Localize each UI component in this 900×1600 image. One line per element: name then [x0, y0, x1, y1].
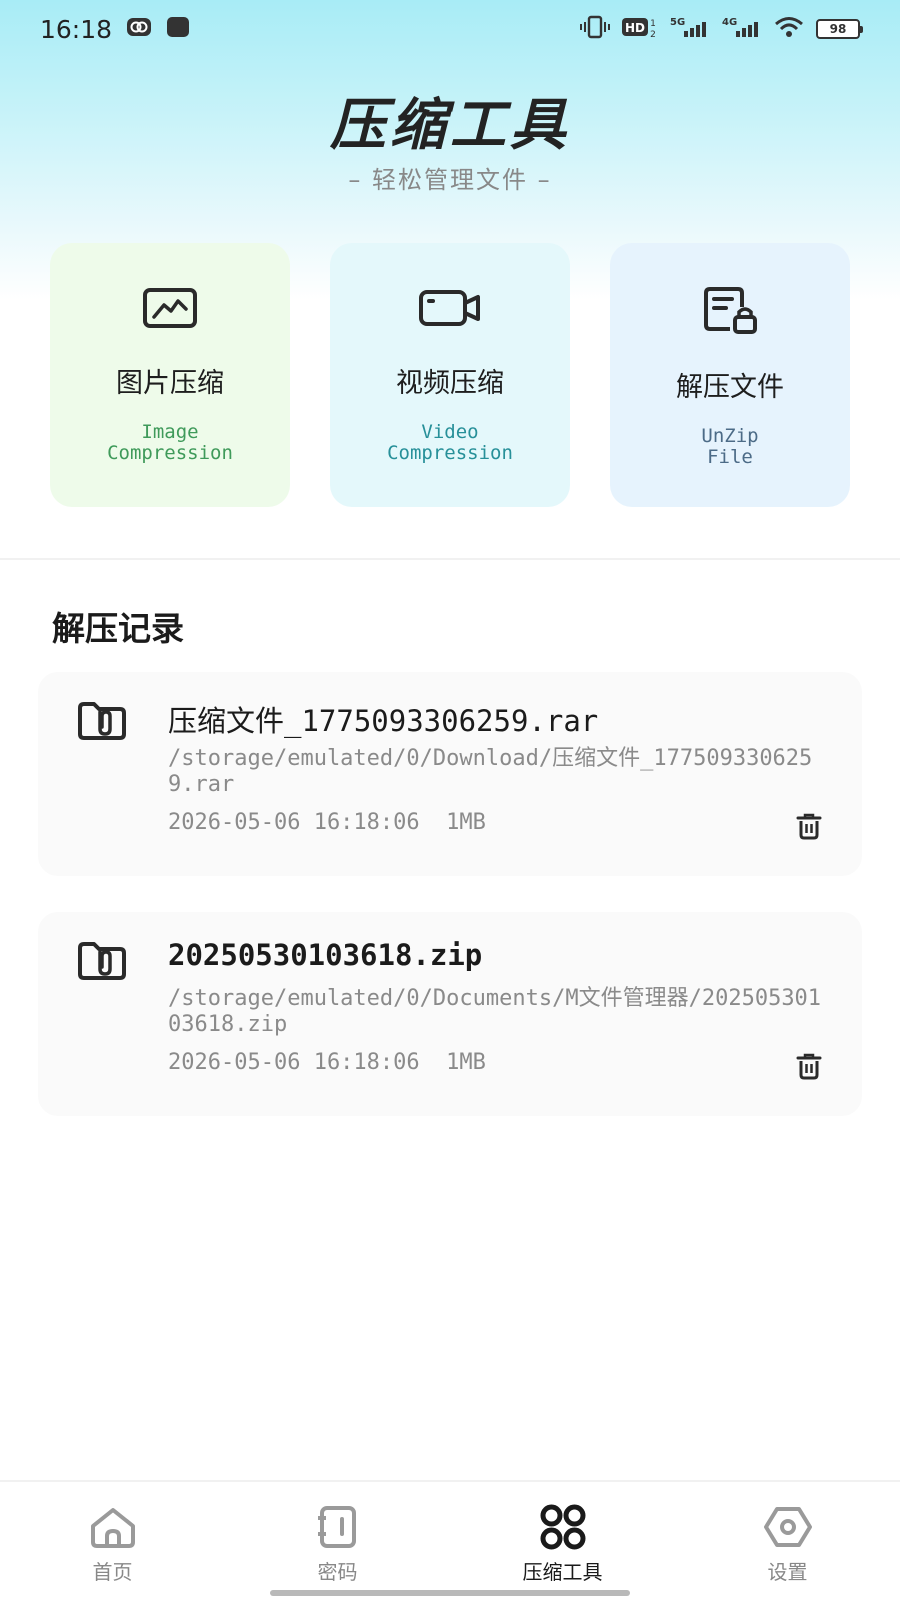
record-item[interactable]: 20250530103618.zip /storage/emulated/0/D… — [38, 912, 862, 1116]
video-compression-card[interactable]: 视频压缩 Video Compression — [330, 243, 570, 507]
card-title: 图片压缩 — [116, 368, 224, 399]
nav-item-password[interactable]: 密码 — [225, 1482, 450, 1600]
hd-icon: HD 1 2 — [622, 15, 658, 43]
svg-text:1: 1 — [650, 19, 656, 29]
vibrate-icon — [580, 15, 610, 43]
archive-file-icon — [78, 702, 126, 740]
record-item[interactable]: 压缩文件_1775093306259.rar /storage/emulated… — [38, 672, 862, 876]
notification-app-icon — [126, 16, 152, 42]
card-subtitle: Image Compression — [107, 421, 233, 464]
nav-label: 压缩工具 — [522, 1560, 603, 1584]
nav-item-home[interactable]: 首页 — [0, 1482, 225, 1600]
signal-5g-icon: 5G — [670, 15, 710, 43]
home-indicator[interactable] — [270, 1590, 630, 1596]
image-icon — [143, 288, 197, 328]
record-file-name: 20250530103618.zip — [168, 938, 483, 972]
nav-label: 首页 — [92, 1560, 133, 1584]
card-title: 视频压缩 — [396, 368, 504, 399]
record-meta: 2026-05-06 16:18:06 1MB — [168, 810, 486, 835]
record-date: 2026-05-06 16:18:06 — [168, 1050, 420, 1075]
card-subtitle: Video Compression — [387, 421, 513, 464]
records-section-title: 解压记录 — [52, 609, 184, 648]
delete-icon[interactable] — [796, 1052, 822, 1080]
status-left: 16:18 — [40, 15, 190, 44]
unzip-file-card[interactable]: 解压文件 UnZip File — [610, 243, 850, 507]
record-size: 1MB — [446, 810, 486, 835]
record-size: 1MB — [446, 1050, 486, 1075]
delete-icon[interactable] — [796, 812, 822, 840]
grid-icon — [540, 1504, 585, 1550]
record-file-path: /storage/emulated/0/Download/压缩文件_177509… — [168, 746, 813, 797]
svg-text:HD: HD — [625, 21, 645, 35]
wifi-icon — [774, 15, 804, 43]
svg-text:4G: 4G — [722, 17, 737, 28]
status-right: HD 1 2 5G 4G 98 — [580, 15, 863, 43]
record-file-name: 压缩文件_1775093306259.rar — [168, 704, 599, 738]
image-compression-card[interactable]: 图片压缩 Image Compression — [50, 243, 290, 507]
video-icon — [419, 290, 480, 326]
settings-icon — [763, 1507, 812, 1547]
home-icon — [90, 1508, 135, 1548]
archive-file-icon — [78, 942, 126, 980]
nav-label: 密码 — [317, 1560, 358, 1584]
record-date: 2026-05-06 16:18:06 — [168, 810, 420, 835]
status-time: 16:18 — [40, 14, 113, 44]
status-bar: 16:18 HD 1 2 5G 4G 98 — [0, 0, 900, 58]
battery-icon: 98 — [816, 19, 863, 39]
card-title: 解压文件 — [676, 372, 784, 403]
nav-item-settings[interactable]: 设置 — [675, 1482, 900, 1600]
svg-text:5G: 5G — [670, 17, 685, 28]
section-divider — [0, 558, 900, 560]
record-file-path: /storage/emulated/0/Documents/M文件管理器/202… — [168, 986, 822, 1037]
card-subtitle: UnZip File — [701, 425, 759, 468]
record-meta: 2026-05-06 16:18:06 1MB — [168, 1050, 486, 1075]
notification-square-icon — [166, 16, 190, 42]
password-icon — [317, 1506, 356, 1548]
page-subtitle: – 轻松管理文件 – — [348, 166, 552, 194]
nav-label: 设置 — [767, 1560, 808, 1584]
tool-cards: 图片压缩 Image Compression 视频压缩 Video Compre… — [50, 243, 850, 507]
page-title: 压缩工具 — [330, 93, 570, 158]
bottom-nav: 首页 密码 压缩工具 设置 — [0, 1480, 900, 1600]
nav-item-compress-tools[interactable]: 压缩工具 — [450, 1482, 675, 1600]
unzip-file-icon — [704, 287, 757, 334]
signal-4g-icon: 4G — [722, 15, 762, 43]
svg-text:2: 2 — [650, 30, 656, 39]
